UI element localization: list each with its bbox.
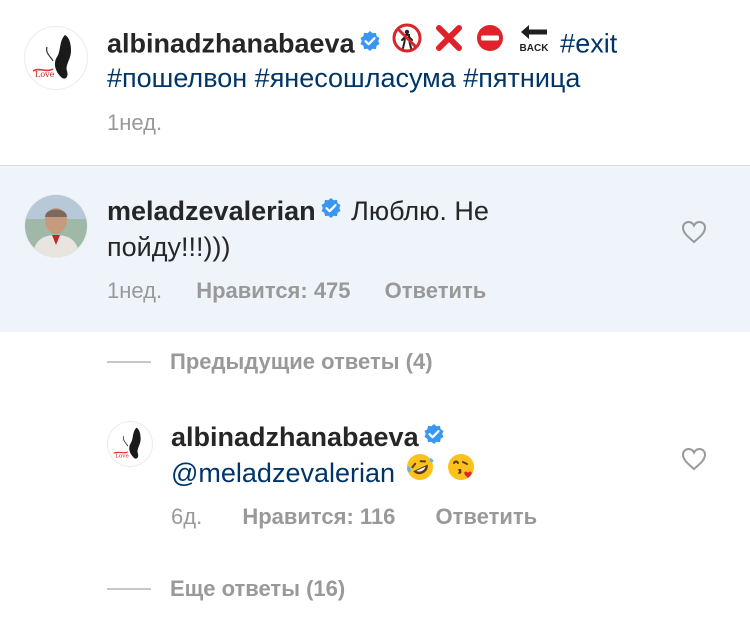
comment-block: meladzevalerian Люблю. Не пойду!!!)))	[107, 193, 667, 265]
hashtag-yanesoshlasuma[interactable]: #янесошласума	[255, 63, 456, 93]
reply-username[interactable]: albinadzhanabaeva	[171, 422, 419, 452]
comment-text-line2: пойду!!!)))	[107, 232, 231, 262]
svg-text:Love: Love	[35, 70, 55, 79]
hashtag-exit[interactable]: #exit	[560, 29, 617, 59]
avatar-albinadzhanabaeva[interactable]: Love	[24, 26, 88, 90]
hashtag-poshelvon[interactable]: #пошелвон	[107, 63, 247, 93]
reply-likes-count[interactable]: Нравится: 116	[242, 504, 395, 529]
cross-mark-icon	[434, 23, 464, 62]
more-replies-dash	[107, 588, 151, 590]
reply-reply-button[interactable]: Ответить	[436, 504, 538, 529]
reply-mention-link[interactable]: @meladzevalerian	[171, 458, 395, 488]
comment-text-line1: Люблю. Не	[351, 196, 489, 226]
no-entry-icon	[475, 23, 505, 62]
comment-timestamp[interactable]: 1нед.	[107, 278, 162, 303]
svg-text:Love: Love	[115, 453, 129, 459]
no-pedestrians-icon	[392, 23, 422, 62]
reply-meta: 6д. Нравится: 116 Ответить	[171, 504, 537, 530]
previous-replies-dash	[107, 361, 151, 363]
caption-block: albinadzhanabaeva BACK #exit #пошелвон #…	[107, 21, 727, 96]
rolling-laughing-emoji	[405, 452, 435, 491]
verified-badge-icon	[423, 418, 445, 454]
comment-likes-count[interactable]: Нравится: 475	[196, 278, 350, 303]
comment-meta: 1нед. Нравится: 475 Ответить	[107, 278, 486, 304]
reply-block: albinadzhanabaeva @meladzevalerian	[171, 419, 671, 491]
avatar-albinadzhanabaeva-reply[interactable]: Love	[107, 421, 153, 467]
kissing-heart-emoji	[446, 452, 476, 491]
comment-username[interactable]: meladzevalerian	[107, 196, 316, 226]
previous-replies-button[interactable]: Предыдущие ответы (4)	[170, 349, 433, 375]
back-label: BACK	[519, 43, 549, 54]
avatar-meladzevalerian[interactable]	[24, 194, 88, 258]
caption-username[interactable]: albinadzhanabaeva	[107, 29, 355, 59]
comment-reply-button[interactable]: Ответить	[385, 278, 487, 303]
back-arrow-icon: BACK	[517, 21, 551, 64]
hashtag-pyatnitsa[interactable]: #пятница	[463, 63, 580, 93]
caption-timestamp[interactable]: 1нед.	[107, 110, 162, 136]
reply-timestamp[interactable]: 6д.	[171, 504, 202, 529]
more-replies-button[interactable]: Еще ответы (16)	[170, 576, 345, 602]
verified-badge-icon	[359, 25, 381, 61]
like-heart-icon-reply[interactable]	[681, 447, 707, 476]
like-heart-icon[interactable]	[681, 220, 707, 249]
verified-badge-icon	[320, 192, 342, 228]
